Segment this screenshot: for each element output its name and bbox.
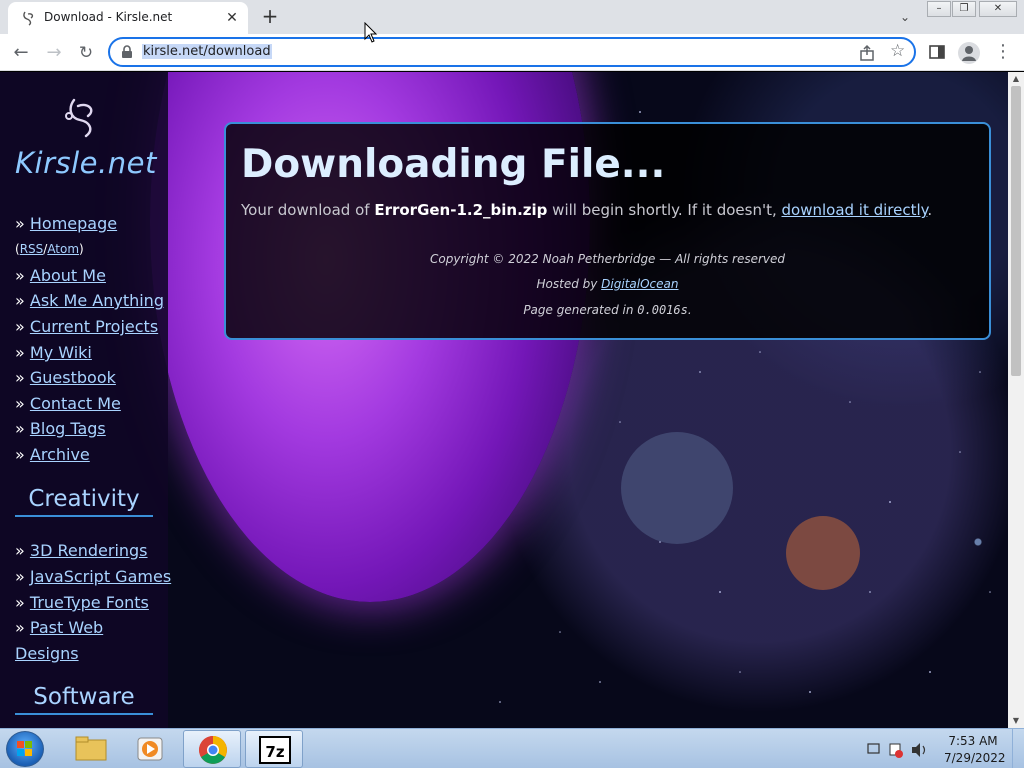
browser-titlebar: Download - Kirsle.net ✕ + ⌄ – ❐ ✕: [0, 0, 1024, 34]
creativity-heading: Creativity: [15, 486, 153, 517]
browser-tab[interactable]: Download - Kirsle.net ✕: [8, 2, 248, 34]
site-sidebar: Kirsle.net » Homepage (RSS/Atom) » About…: [0, 72, 172, 728]
generation-time: 0.0016s: [637, 303, 688, 317]
warning-badge-icon: [895, 750, 903, 758]
window-minimize-button[interactable]: –: [927, 1, 951, 17]
network-icon: [867, 743, 880, 754]
system-tray-icons[interactable]: [866, 741, 932, 759]
nav-ask-me-anything-link[interactable]: Ask Me Anything: [30, 291, 164, 310]
side-panel-icon[interactable]: [928, 43, 946, 61]
reload-icon[interactable]: ↻: [72, 39, 100, 67]
nav-my-wiki: » My Wiki: [15, 343, 92, 362]
nav-rss-link[interactable]: RSS: [20, 242, 44, 256]
page-scrollbar[interactable]: ▲ ▼: [1008, 72, 1024, 728]
url-text[interactable]: kirsle.net/download: [142, 44, 272, 59]
nav-atom-link[interactable]: Atom: [47, 242, 79, 256]
orange-orb-decoration: [786, 516, 860, 590]
nav-past-web-designs-cont: Designs: [15, 644, 79, 663]
nav-guestbook: » Guestbook: [15, 368, 116, 387]
nav-contact-me-link[interactable]: Contact Me: [30, 394, 121, 413]
nav-3d-renderings: » 3D Renderings: [15, 541, 148, 560]
window-restore-button[interactable]: ❐: [952, 1, 976, 17]
window-close-button[interactable]: ✕: [979, 1, 1017, 17]
share-icon[interactable]: [858, 44, 876, 62]
nav-javascript-games: » JavaScript Games: [15, 567, 172, 586]
blue-orb-decoration: [621, 432, 733, 544]
nav-current-projects-link[interactable]: Current Projects: [30, 317, 158, 336]
clock-date[interactable]: 7/29/2022: [944, 751, 1006, 765]
download-filename: ErrorGen-1.2_bin.zip: [374, 201, 548, 219]
show-desktop-button[interactable]: [1012, 729, 1024, 768]
nav-about-me-link[interactable]: About Me: [30, 266, 106, 285]
chrome-icon: [199, 736, 227, 764]
nav-homepage: » Homepage: [15, 214, 118, 233]
person-icon: [962, 46, 976, 61]
windows-start-button[interactable]: [6, 731, 44, 767]
kirsle-logo-icon[interactable]: [60, 94, 104, 138]
nav-past-web-designs-link[interactable]: Past Web: [30, 618, 103, 637]
7zip-icon: 7z: [259, 736, 291, 764]
page-viewport: Kirsle.net » Homepage (RSS/Atom) » About…: [0, 72, 1008, 728]
page-title: Downloading File...: [241, 142, 666, 187]
nav-truetype-fonts: » TrueType Fonts: [15, 593, 149, 612]
download-panel: Downloading File... Your download of Err…: [224, 122, 991, 340]
nav-archive: » Archive: [15, 445, 90, 464]
download-message: Your download of ErrorGen-1.2_bin.zip wi…: [241, 201, 933, 219]
page-generated-line: Page generated in 0.0016s.: [523, 303, 692, 317]
hosted-by-line: Hosted by DigitalOcean: [536, 277, 679, 291]
taskbar-explorer[interactable]: [62, 730, 120, 768]
scrollbar-thumb[interactable]: [1011, 86, 1021, 376]
download-direct-link[interactable]: download it directly: [782, 201, 928, 219]
clock-time[interactable]: 7:53 AM: [944, 734, 1002, 748]
scroll-up-arrow-icon[interactable]: ▲: [1008, 72, 1024, 86]
tab-close-icon[interactable]: ✕: [222, 8, 242, 28]
nav-past-web-designs-link-2[interactable]: Designs: [15, 644, 79, 663]
svg-text:7z: 7z: [265, 743, 284, 761]
media-player-icon: [137, 737, 163, 761]
tab-search-chevron-icon[interactable]: ⌄: [894, 6, 916, 28]
nav-blog-tags-link[interactable]: Blog Tags: [30, 419, 106, 438]
taskbar-media-player[interactable]: [122, 730, 180, 768]
nav-blog-tags: » Blog Tags: [15, 419, 106, 438]
taskbar-7zip[interactable]: 7z: [245, 730, 303, 768]
profile-avatar-icon[interactable]: [958, 42, 980, 64]
scroll-down-arrow-icon[interactable]: ▼: [1008, 714, 1024, 728]
windows-taskbar: 7z 7:53 AM 7/29/2022: [0, 728, 1024, 768]
bookmark-star-icon[interactable]: ☆: [890, 41, 905, 61]
site-logo-text[interactable]: Kirsle.net: [15, 146, 157, 180]
mouse-cursor-icon: [364, 22, 378, 43]
nav-javascript-games-link[interactable]: JavaScript Games: [30, 567, 171, 586]
kebab-menu-icon[interactable]: ⋮: [994, 40, 1012, 64]
nav-truetype-fonts-link[interactable]: TrueType Fonts: [30, 593, 149, 612]
copyright-text: Copyright © 2022 Noah Petherbridge — All…: [429, 252, 786, 266]
browser-toolbar: ← → ↻ kirsle.net/download ☆ ⋮: [0, 34, 1024, 71]
back-arrow-icon[interactable]: ←: [7, 39, 35, 67]
nav-archive-link[interactable]: Archive: [30, 445, 90, 464]
digitalocean-link[interactable]: DigitalOcean: [601, 277, 678, 291]
taskbar-chrome[interactable]: [183, 730, 241, 768]
nav-homepage-link[interactable]: Homepage: [30, 214, 117, 233]
nav-my-wiki-link[interactable]: My Wiki: [30, 343, 92, 362]
nav-contact-me: » Contact Me: [15, 394, 121, 413]
windows-logo-icon: [17, 741, 32, 756]
nav-feeds: (RSS/Atom): [15, 242, 84, 256]
nav-past-web-designs: » Past Web: [15, 618, 104, 637]
tab-title: Download - Kirsle.net: [44, 10, 173, 24]
volume-icon: [912, 743, 920, 757]
kirsle-favicon-icon: [23, 11, 34, 26]
address-bar[interactable]: kirsle.net/download ☆: [108, 37, 916, 67]
software-heading: Software: [15, 684, 153, 715]
lock-icon[interactable]: [120, 45, 134, 59]
nav-3d-renderings-link[interactable]: 3D Renderings: [30, 541, 148, 560]
nav-ask-me-anything: » Ask Me Anything: [15, 291, 164, 310]
folder-icon: [75, 736, 107, 761]
nav-guestbook-link[interactable]: Guestbook: [30, 368, 116, 387]
nav-current-projects: » Current Projects: [15, 317, 159, 336]
forward-arrow-icon[interactable]: →: [40, 39, 68, 67]
new-tab-button[interactable]: +: [258, 6, 282, 28]
nav-about-me: » About Me: [15, 266, 106, 285]
